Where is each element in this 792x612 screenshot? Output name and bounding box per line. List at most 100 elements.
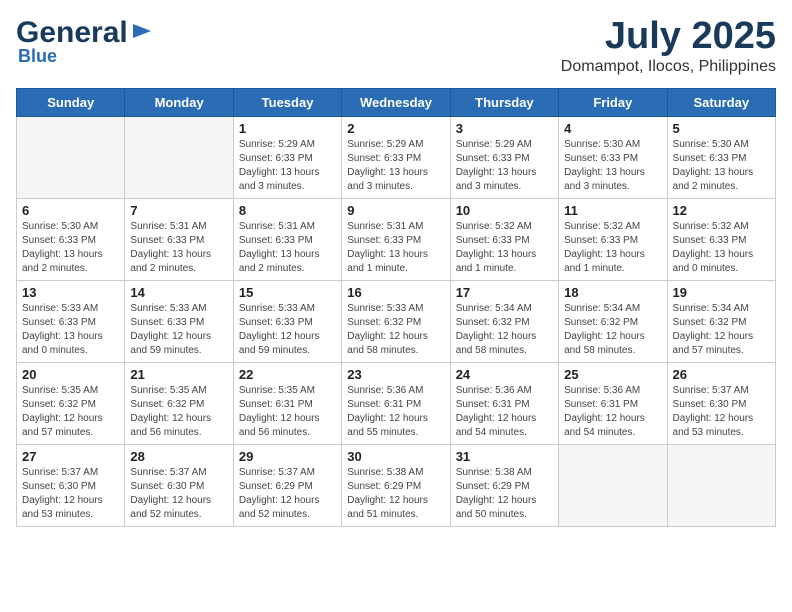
- day-number: 17: [456, 285, 553, 300]
- calendar-week-3: 13 Sunrise: 5:33 AM Sunset: 6:33 PM Dayli…: [17, 280, 776, 362]
- day-number: 21: [130, 367, 227, 382]
- calendar-cell: 24Sunrise: 5:36 AM Sunset: 6:31 PM Dayli…: [450, 362, 558, 444]
- weekday-header-monday: Monday: [125, 88, 233, 116]
- day-info: Sunrise: 5:37 AM Sunset: 6:30 PM Dayligh…: [130, 466, 227, 522]
- calendar-cell: 9 Sunrise: 5:31 AM Sunset: 6:33 PM Daylig…: [342, 198, 450, 280]
- day-number: 9: [347, 203, 444, 218]
- month-year-title: July 2025: [561, 16, 776, 58]
- calendar-cell: 8Sunrise: 5:31 AM Sunset: 6:33 PM Daylig…: [233, 198, 341, 280]
- day-info: Sunrise: 5:35 AM Sunset: 6:32 PM Dayligh…: [130, 384, 227, 440]
- weekday-header-saturday: Saturday: [667, 88, 775, 116]
- weekday-header-tuesday: Tuesday: [233, 88, 341, 116]
- calendar-cell: 7 Sunrise: 5:31 AM Sunset: 6:33 PM Daylig…: [125, 198, 233, 280]
- day-number: 29: [239, 449, 336, 464]
- day-info: Sunrise: 5:36 AM Sunset: 6:31 PM Dayligh…: [564, 384, 661, 440]
- day-number: 7: [130, 203, 227, 218]
- calendar-week-4: 20 Sunrise: 5:35 AM Sunset: 6:32 PM Dayli…: [17, 362, 776, 444]
- day-info: Sunrise: 5:32 AM Sunset: 6:33 PM Dayligh…: [564, 220, 661, 276]
- day-number: 4: [564, 121, 661, 136]
- day-info: Sunrise: 5:37 AM Sunset: 6:29 PM Dayligh…: [239, 466, 336, 522]
- title-block: July 2025 Domampot, Ilocos, Philippines: [561, 16, 776, 76]
- calendar-cell: 28 Sunrise: 5:37 AM Sunset: 6:30 PM Dayli…: [125, 444, 233, 526]
- weekday-header-thursday: Thursday: [450, 88, 558, 116]
- day-info: Sunrise: 5:30 AM Sunset: 6:33 PM Dayligh…: [22, 220, 119, 276]
- day-number: 12: [673, 203, 770, 218]
- day-info: Sunrise: 5:29 AM Sunset: 6:33 PM Dayligh…: [239, 138, 336, 194]
- day-number: 19: [673, 285, 770, 300]
- calendar-cell: 27Sunrise: 5:37 AM Sunset: 6:30 PM Dayli…: [17, 444, 125, 526]
- calendar-cell: 5Sunrise: 5:30 AM Sunset: 6:33 PM Daylig…: [667, 116, 775, 198]
- day-number: 8: [239, 203, 336, 218]
- calendar-cell: 21 Sunrise: 5:35 AM Sunset: 6:32 PM Dayli…: [125, 362, 233, 444]
- day-info: Sunrise: 5:29 AM Sunset: 6:33 PM Dayligh…: [347, 138, 444, 194]
- day-number: 24: [456, 367, 553, 382]
- calendar-cell: 14Sunrise: 5:33 AM Sunset: 6:33 PM Dayli…: [125, 280, 233, 362]
- day-info: Sunrise: 5:30 AM Sunset: 6:33 PM Dayligh…: [564, 138, 661, 194]
- day-number: 30: [347, 449, 444, 464]
- day-info: Sunrise: 5:32 AM Sunset: 6:33 PM Dayligh…: [456, 220, 553, 276]
- day-info: Sunrise: 5:38 AM Sunset: 6:29 PM Dayligh…: [347, 466, 444, 522]
- logo-general: General: [16, 16, 128, 50]
- page-header: General Blue July 2025 Domampot, Ilocos,…: [16, 16, 776, 76]
- day-number: 23: [347, 367, 444, 382]
- day-number: 1: [239, 121, 336, 136]
- day-info: Sunrise: 5:34 AM Sunset: 6:32 PM Dayligh…: [564, 302, 661, 358]
- weekday-header-wednesday: Wednesday: [342, 88, 450, 116]
- day-info: Sunrise: 5:37 AM Sunset: 6:30 PM Dayligh…: [673, 384, 770, 440]
- day-number: 10: [456, 203, 553, 218]
- calendar-cell: 4 Sunrise: 5:30 AM Sunset: 6:33 PM Daylig…: [559, 116, 667, 198]
- day-number: 31: [456, 449, 553, 464]
- day-number: 25: [564, 367, 661, 382]
- location-subtitle: Domampot, Ilocos, Philippines: [561, 58, 776, 76]
- calendar-table: SundayMondayTuesdayWednesdayThursdayFrid…: [16, 88, 776, 527]
- day-info: Sunrise: 5:31 AM Sunset: 6:33 PM Dayligh…: [130, 220, 227, 276]
- calendar-week-2: 6 Sunrise: 5:30 AM Sunset: 6:33 PM Daylig…: [17, 198, 776, 280]
- calendar-week-5: 27Sunrise: 5:37 AM Sunset: 6:30 PM Dayli…: [17, 444, 776, 526]
- calendar-week-1: 1 Sunrise: 5:29 AM Sunset: 6:33 PM Daylig…: [17, 116, 776, 198]
- day-info: Sunrise: 5:38 AM Sunset: 6:29 PM Dayligh…: [456, 466, 553, 522]
- day-info: Sunrise: 5:35 AM Sunset: 6:32 PM Dayligh…: [22, 384, 119, 440]
- calendar-cell: 17 Sunrise: 5:34 AM Sunset: 6:32 PM Dayli…: [450, 280, 558, 362]
- day-info: Sunrise: 5:34 AM Sunset: 6:32 PM Dayligh…: [456, 302, 553, 358]
- day-number: 11: [564, 203, 661, 218]
- day-number: 2: [347, 121, 444, 136]
- logo-blue: Blue: [18, 46, 57, 67]
- calendar-cell: 23 Sunrise: 5:36 AM Sunset: 6:31 PM Dayli…: [342, 362, 450, 444]
- calendar-cell: 16Sunrise: 5:33 AM Sunset: 6:32 PM Dayli…: [342, 280, 450, 362]
- day-info: Sunrise: 5:36 AM Sunset: 6:31 PM Dayligh…: [347, 384, 444, 440]
- day-number: 16: [347, 285, 444, 300]
- calendar-cell: 25 Sunrise: 5:36 AM Sunset: 6:31 PM Dayli…: [559, 362, 667, 444]
- day-number: 22: [239, 367, 336, 382]
- day-number: 3: [456, 121, 553, 136]
- day-number: 15: [239, 285, 336, 300]
- calendar-cell: 13 Sunrise: 5:33 AM Sunset: 6:33 PM Dayli…: [17, 280, 125, 362]
- day-number: 13: [22, 285, 119, 300]
- day-info: Sunrise: 5:30 AM Sunset: 6:33 PM Dayligh…: [673, 138, 770, 194]
- day-info: Sunrise: 5:33 AM Sunset: 6:33 PM Dayligh…: [239, 302, 336, 358]
- calendar-cell: 12Sunrise: 5:32 AM Sunset: 6:33 PM Dayli…: [667, 198, 775, 280]
- calendar-cell: [17, 116, 125, 198]
- calendar-cell: [125, 116, 233, 198]
- calendar-cell: 1 Sunrise: 5:29 AM Sunset: 6:33 PM Daylig…: [233, 116, 341, 198]
- calendar-cell: 31 Sunrise: 5:38 AM Sunset: 6:29 PM Dayli…: [450, 444, 558, 526]
- calendar-cell: 26Sunrise: 5:37 AM Sunset: 6:30 PM Dayli…: [667, 362, 775, 444]
- calendar-cell: 6 Sunrise: 5:30 AM Sunset: 6:33 PM Daylig…: [17, 198, 125, 280]
- day-info: Sunrise: 5:35 AM Sunset: 6:31 PM Dayligh…: [239, 384, 336, 440]
- weekday-header-row: SundayMondayTuesdayWednesdayThursdayFrid…: [17, 88, 776, 116]
- day-number: 14: [130, 285, 227, 300]
- day-number: 20: [22, 367, 119, 382]
- calendar-cell: 18Sunrise: 5:34 AM Sunset: 6:32 PM Dayli…: [559, 280, 667, 362]
- weekday-header-friday: Friday: [559, 88, 667, 116]
- calendar-cell: 19 Sunrise: 5:34 AM Sunset: 6:32 PM Dayli…: [667, 280, 775, 362]
- logo: General Blue: [16, 16, 153, 67]
- calendar-cell: 3Sunrise: 5:29 AM Sunset: 6:33 PM Daylig…: [450, 116, 558, 198]
- calendar-cell: 22 Sunrise: 5:35 AM Sunset: 6:31 PM Dayli…: [233, 362, 341, 444]
- day-number: 28: [130, 449, 227, 464]
- day-info: Sunrise: 5:37 AM Sunset: 6:30 PM Dayligh…: [22, 466, 119, 522]
- day-info: Sunrise: 5:31 AM Sunset: 6:33 PM Dayligh…: [347, 220, 444, 276]
- calendar-cell: 10 Sunrise: 5:32 AM Sunset: 6:33 PM Dayli…: [450, 198, 558, 280]
- day-info: Sunrise: 5:33 AM Sunset: 6:33 PM Dayligh…: [22, 302, 119, 358]
- day-number: 6: [22, 203, 119, 218]
- day-info: Sunrise: 5:34 AM Sunset: 6:32 PM Dayligh…: [673, 302, 770, 358]
- calendar-cell: 20 Sunrise: 5:35 AM Sunset: 6:32 PM Dayli…: [17, 362, 125, 444]
